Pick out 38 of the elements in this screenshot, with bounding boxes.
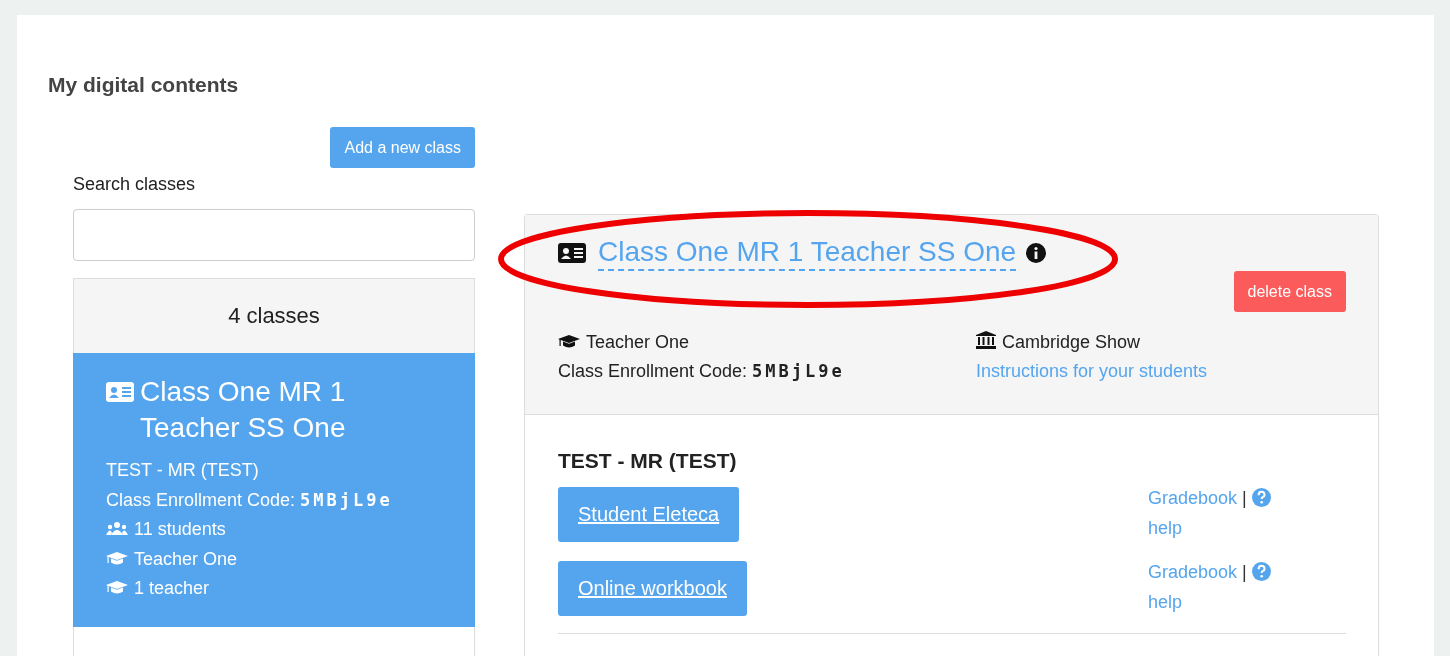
teacher-name: Teacher One: [134, 548, 238, 569]
id-card-icon: [106, 382, 134, 402]
enrollment-code: 5MBjL9e: [752, 361, 845, 381]
enrollment-code-label: Class Enrollment Code:: [106, 489, 296, 510]
resource-button[interactable]: Student Eleteca: [558, 487, 740, 542]
teacher-name: Teacher One: [586, 332, 690, 352]
graduation-cap-icon: [106, 550, 128, 566]
info-icon: [1026, 243, 1047, 263]
class-card[interactable]: Class One MR 1 Teacher SS One TEST - MR (TEST) Class Enrollment Code: 5MBjL9e 11 students Teacher One 1 teacher: [73, 353, 475, 627]
search-field[interactable]: [73, 209, 475, 261]
delete-class-button[interactable]: delete class: [1233, 271, 1346, 312]
student-count: 11 students: [134, 519, 226, 539]
resource-button[interactable]: Online workbook: [558, 561, 747, 616]
teacher-count: 1 teacher: [134, 578, 210, 598]
instructions-link[interactable]: Instructions for your students: [976, 361, 1208, 381]
page-title: My digital contents: [48, 73, 240, 97]
id-card-icon: [558, 243, 586, 263]
help-icon[interactable]: [1251, 488, 1271, 507]
course-name: TEST - MR (TEST): [106, 460, 259, 480]
graduation-cap-icon: [106, 580, 128, 595]
help-link[interactable]: help: [1148, 518, 1183, 538]
help-icon[interactable]: [1251, 562, 1271, 581]
enrollment-code-label: Class Enrollment Code:: [558, 361, 748, 381]
separator: |: [1242, 488, 1247, 508]
institution-name: Cambridge Show: [1002, 332, 1141, 352]
search-label: Search classes: [73, 174, 197, 195]
separator: |: [1242, 562, 1247, 582]
enrollment-code: 5MBjL9e: [300, 489, 393, 510]
add-class-button[interactable]: Add a new class: [330, 127, 475, 168]
course-heading: TEST - MR (TEST): [558, 449, 737, 473]
gradebook-link[interactable]: Gradebook: [1148, 488, 1238, 508]
class-count: 4 classes: [73, 278, 475, 353]
help-link[interactable]: help: [1148, 592, 1183, 612]
institution-icon: [976, 331, 996, 349]
users-icon: [106, 521, 128, 536]
class-name: Class One MR 1 Teacher SS One: [140, 375, 347, 445]
graduation-cap-icon: [558, 334, 580, 349]
gradebook-link[interactable]: Gradebook: [1148, 562, 1238, 582]
